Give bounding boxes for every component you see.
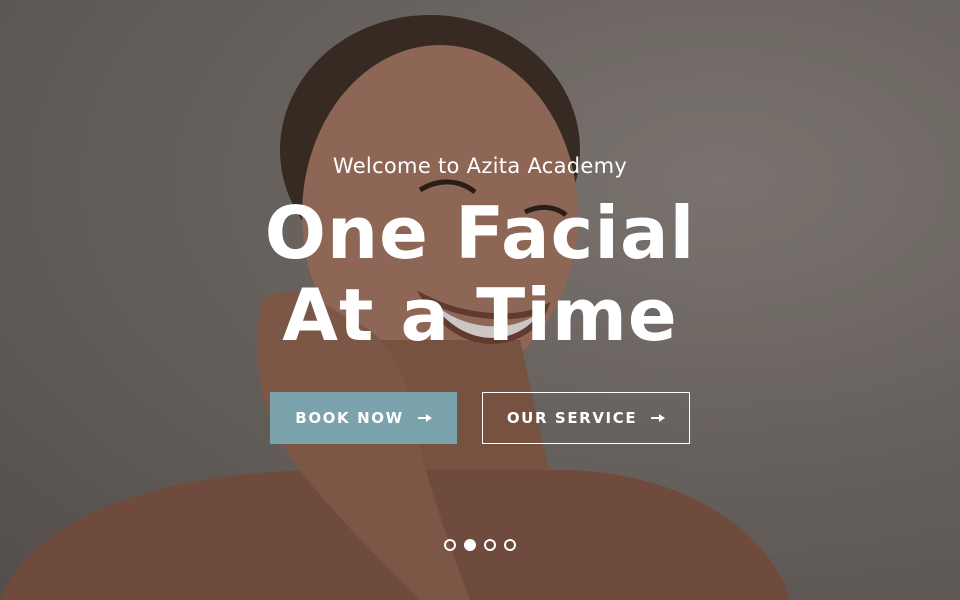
hero-eyebrow-text: Welcome to Azita Academy xyxy=(332,154,628,178)
slider-dot-4[interactable] xyxy=(504,539,516,551)
hero-headline-line-1: One Facial xyxy=(264,191,696,275)
hero-content: Welcome to Azita Academy One Facial At a… xyxy=(0,0,960,600)
hero-slider: Welcome to Azita Academy One Facial At a… xyxy=(0,0,960,600)
slider-pagination xyxy=(0,539,960,551)
arrow-right-icon xyxy=(651,413,666,423)
slider-dot-1[interactable] xyxy=(444,539,456,551)
slider-dot-2[interactable] xyxy=(464,539,476,551)
book-now-label: BOOK NOW xyxy=(295,409,404,427)
hero-headline: One Facial At a Time xyxy=(0,192,960,356)
our-service-label: OUR SERVICE xyxy=(506,409,638,427)
our-service-button[interactable]: OUR SERVICE xyxy=(482,392,690,444)
slider-dot-3[interactable] xyxy=(484,539,496,551)
arrow-right-icon xyxy=(417,413,432,423)
hero-headline-line-2: At a Time xyxy=(282,273,678,357)
book-now-button[interactable]: BOOK NOW xyxy=(270,392,457,444)
